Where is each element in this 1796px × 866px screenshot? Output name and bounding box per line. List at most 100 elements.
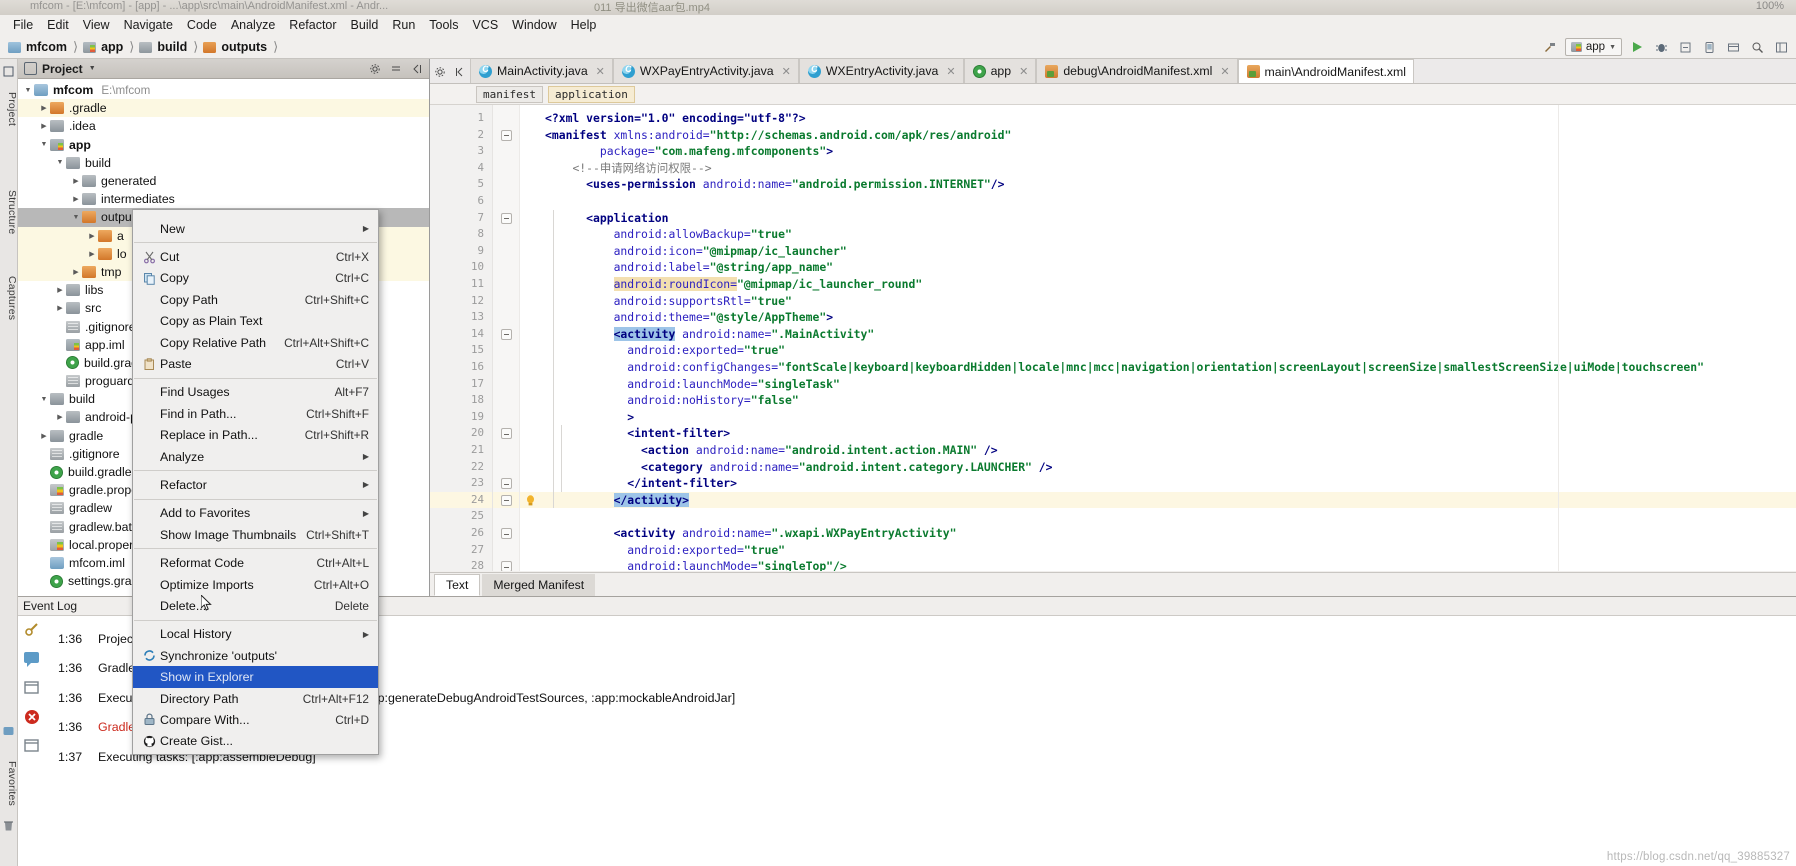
- fold-toggle-icon[interactable]: [501, 561, 512, 571]
- code-line[interactable]: android:allowBackup="true": [545, 226, 792, 243]
- breadcrumb-item-outputs[interactable]: outputs ⟩: [203, 39, 283, 55]
- editor-bottom-tabs[interactable]: Text Merged Manifest: [430, 572, 1796, 596]
- menu-item-optimize-imports[interactable]: Optimize Imports Ctrl+Alt+O: [133, 574, 378, 595]
- menu-item-find-usages[interactable]: Find Usages Alt+F7: [133, 382, 378, 403]
- menu-item-navigate[interactable]: Navigate: [117, 16, 180, 35]
- hide-panel-icon[interactable]: [411, 63, 423, 75]
- code-line[interactable]: <category android:name="android.intent.c…: [545, 459, 1052, 476]
- menu-item-reformat-code[interactable]: Reformat Code Ctrl+Alt+L: [133, 552, 378, 573]
- tree-expander[interactable]: [54, 286, 66, 294]
- chevron-down-icon[interactable]: ▼: [89, 65, 96, 72]
- menu-item-refactor[interactable]: Refactor: [282, 16, 343, 35]
- menu-item-paste[interactable]: Paste Ctrl+V: [133, 353, 378, 374]
- menu-item-copy-relative-path[interactable]: Copy Relative Path Ctrl+Alt+Shift+C: [133, 332, 378, 353]
- menu-item-copy-as-plain-text[interactable]: Copy as Plain Text: [133, 311, 378, 332]
- code-line[interactable]: android:label="@string/app_name": [545, 259, 833, 276]
- close-icon[interactable]: ✕: [596, 65, 605, 78]
- menu-item-help[interactable]: Help: [564, 16, 604, 35]
- tree-node-app[interactable]: app: [18, 136, 429, 154]
- menu-item-build[interactable]: Build: [344, 16, 386, 35]
- menu-item-add-to-favorites[interactable]: Add to Favorites ▶: [133, 503, 378, 524]
- code-line[interactable]: <?xml version="1.0" encoding="utf-8"?>: [545, 110, 806, 127]
- fold-toggle-icon[interactable]: [501, 212, 512, 224]
- settings-gear-icon[interactable]: [369, 63, 381, 75]
- editor-tab-debug-androidmanifest-xml[interactable]: debug\AndroidManifest.xml ✕: [1036, 59, 1238, 83]
- code-line[interactable]: package="com.mafeng.mfcomponents">: [545, 143, 833, 160]
- code-line[interactable]: </intent-filter>: [545, 475, 737, 492]
- menu-item-create-gist[interactable]: Create Gist...: [133, 731, 378, 752]
- sidebar-tab-project[interactable]: Project: [0, 81, 18, 137]
- tree-expander[interactable]: [54, 159, 66, 166]
- intention-bulb-icon[interactable]: [524, 494, 537, 510]
- code-line[interactable]: android:exported="true": [545, 342, 785, 359]
- code-line[interactable]: android:configChanges="fontScale|keyboar…: [545, 359, 1704, 376]
- editor-tab-wxpayentryactivity-java[interactable]: WXPayEntryActivity.java ✕: [612, 59, 799, 83]
- menu-item-synchronize-outputs[interactable]: Synchronize 'outputs': [133, 645, 378, 666]
- code-line[interactable]: <action android:name="android.intent.act…: [545, 442, 998, 459]
- editor-tab-bar[interactable]: MainActivity.java✕WXPayEntryActivity.jav…: [430, 59, 1796, 84]
- menu-item-show-image-thumbnails[interactable]: Show Image Thumbnails Ctrl+Shift+T: [133, 524, 378, 545]
- attach-debugger-icon[interactable]: [1676, 38, 1694, 56]
- menu-item-find-in-path[interactable]: Find in Path... Ctrl+Shift+F: [133, 403, 378, 424]
- code-editor[interactable]: 1 2 3 4 5 6 7 8 9 10 11 12 13 14 15 16 17 18 19 20 21 22 23 24 2…: [430, 105, 1796, 571]
- menu-item-code[interactable]: Code: [180, 16, 224, 35]
- tree-expander[interactable]: [70, 214, 82, 221]
- code-line[interactable]: <manifest xmlns:android="http://schemas.…: [545, 127, 1011, 144]
- tree-expander[interactable]: [38, 432, 50, 440]
- fold-toggle-icon[interactable]: [501, 528, 512, 539]
- code-line[interactable]: </activity>: [545, 492, 690, 509]
- avd-manager-icon[interactable]: [1700, 38, 1718, 56]
- intention-bulb-column[interactable]: [520, 105, 545, 571]
- menu-item-window[interactable]: Window: [505, 16, 563, 35]
- menu-item-compare-with[interactable]: Compare With... Ctrl+D: [133, 709, 378, 730]
- fold-toggle-icon[interactable]: [501, 328, 512, 340]
- menu-item-cut[interactable]: Cut Ctrl+X: [133, 246, 378, 267]
- tree-expander[interactable]: [22, 87, 34, 94]
- tree-expander[interactable]: [38, 396, 50, 403]
- code-line[interactable]: android:launchMode="singleTop"/>: [545, 558, 846, 571]
- code-line[interactable]: >: [545, 409, 634, 426]
- search-icon[interactable]: [1748, 38, 1766, 56]
- menu-item-run[interactable]: Run: [385, 16, 422, 35]
- code-line[interactable]: android:theme="@style/AppTheme">: [545, 309, 833, 326]
- tree-node-mfcom[interactable]: mfcom E:\mfcom: [18, 81, 429, 99]
- menu-item-edit[interactable]: Edit: [40, 16, 76, 35]
- code-line[interactable]: <uses-permission android:name="android.p…: [545, 176, 1004, 193]
- code-line[interactable]: <application: [545, 210, 668, 227]
- sdk-manager-icon[interactable]: [1724, 38, 1742, 56]
- fold-toggle-icon[interactable]: [501, 428, 512, 440]
- settings-gear-icon[interactable]: [434, 66, 446, 78]
- menu-item-delete[interactable]: Delete... Delete: [133, 595, 378, 616]
- main-menu-bar[interactable]: File Edit View Navigate Code Analyze Ref…: [0, 15, 1796, 36]
- fold-toggle-icon[interactable]: [501, 129, 512, 141]
- breadcrumb-item-app[interactable]: app ⟩: [83, 39, 139, 55]
- tab-merged-manifest[interactable]: Merged Manifest: [482, 573, 596, 596]
- menu-item-file[interactable]: File: [6, 16, 40, 35]
- tree-node-intermediates[interactable]: intermediates: [18, 190, 429, 208]
- menu-item-replace-in-path[interactable]: Replace in Path... Ctrl+Shift+R: [133, 425, 378, 446]
- code-line[interactable]: android:launchMode="singleTask": [545, 376, 840, 393]
- tree-expander[interactable]: [86, 232, 98, 240]
- tree-node--gradle[interactable]: .gradle: [18, 99, 429, 118]
- menu-item-copy[interactable]: Copy Ctrl+C: [133, 268, 378, 289]
- layout-icon[interactable]: [1772, 38, 1790, 56]
- code-text-area[interactable]: <?xml version="1.0" encoding="utf-8"?> <m…: [545, 105, 1796, 571]
- sidebar-tab-structure[interactable]: Structure: [0, 177, 18, 247]
- tree-expander[interactable]: [86, 250, 98, 258]
- trash-icon[interactable]: [2, 819, 16, 833]
- code-line[interactable]: <!--申请网络访问权限-->: [545, 160, 711, 177]
- sidebar-tab-favorites[interactable]: Favorites: [0, 751, 18, 815]
- tree-expander[interactable]: [70, 177, 82, 185]
- menu-item-vcs[interactable]: VCS: [465, 16, 505, 35]
- tree-expander[interactable]: [38, 141, 50, 148]
- close-icon[interactable]: ✕: [1019, 65, 1028, 78]
- code-folding-column[interactable]: [493, 105, 520, 571]
- menu-item-directory-path[interactable]: Directory Path Ctrl+Alt+F12: [133, 688, 378, 709]
- breadcrumb-item-mfcom[interactable]: mfcom ⟩: [8, 39, 83, 55]
- code-line[interactable]: android:noHistory="false": [545, 392, 798, 409]
- tree-expander[interactable]: [54, 304, 66, 312]
- debug-icon[interactable]: [1652, 38, 1670, 56]
- menu-item-show-in-explorer[interactable]: Show in Explorer: [133, 666, 378, 688]
- code-line[interactable]: android:supportsRtl="true": [545, 293, 792, 310]
- menu-item-tools[interactable]: Tools: [422, 16, 465, 35]
